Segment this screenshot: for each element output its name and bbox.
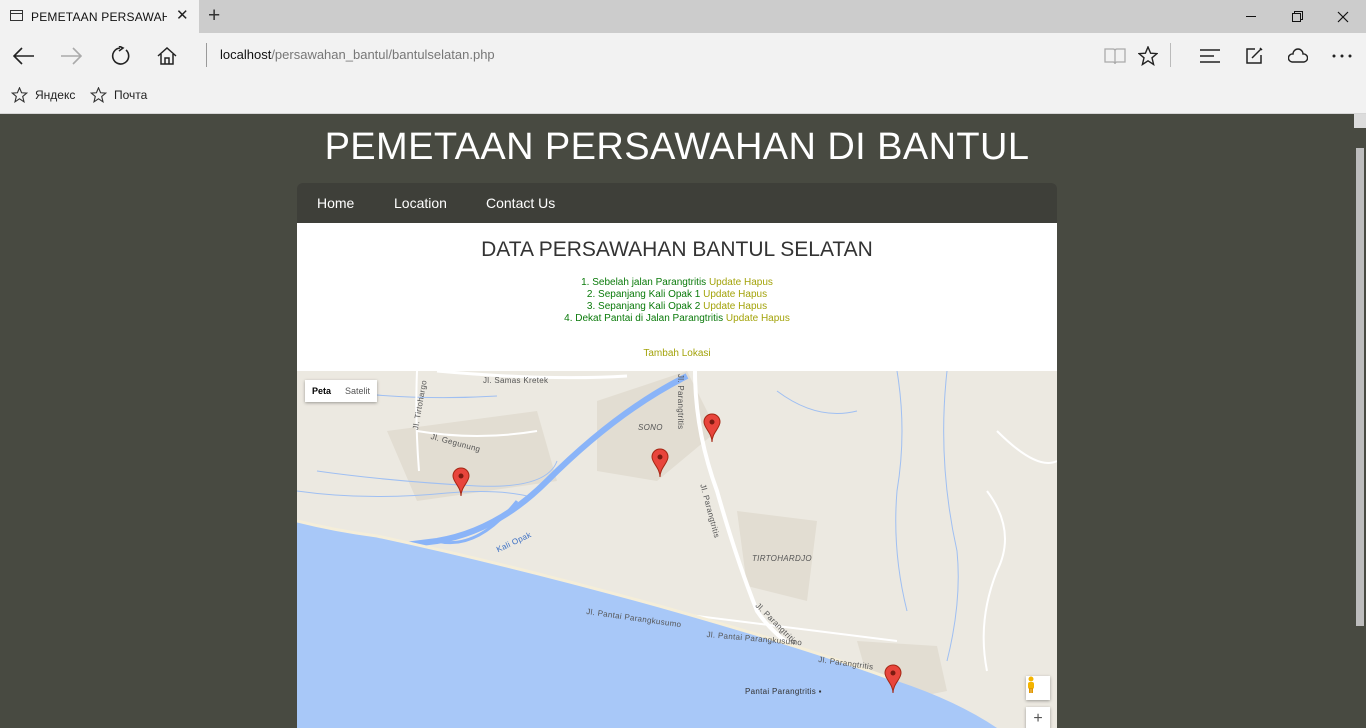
- menu-item-location[interactable]: Location: [394, 195, 447, 211]
- toolbar-divider: [1170, 43, 1171, 67]
- list-item: 4. Dekat Pantai di Jalan Parangtritis Up…: [297, 313, 1057, 325]
- main-menu: Home Location Contact Us: [297, 183, 1057, 223]
- favorite-label: Яндекс: [35, 88, 76, 102]
- location-name[interactable]: 1. Sebelah jalan Parangtritis: [581, 277, 706, 288]
- map-canvas[interactable]: Peta Satelit Jl. Samas Kretek Jl. Parang…: [297, 371, 1057, 728]
- delete-link[interactable]: Hapus: [761, 313, 790, 324]
- update-link[interactable]: Update: [703, 301, 735, 312]
- location-name[interactable]: 4. Dekat Pantai di Jalan Parangtritis: [564, 313, 723, 324]
- location-marker-icon[interactable]: [703, 413, 721, 443]
- page-title: PEMETAAN PERSAWAHAN DI BANTUL: [324, 126, 1030, 168]
- favorites-bar: Яндекс Почта: [0, 78, 1366, 114]
- pantai-label: Pantai Parangtritis: [745, 687, 817, 696]
- map-label: SONO: [638, 423, 663, 432]
- map-label: Jl. Samas Kretek: [483, 376, 549, 385]
- list-item: 3. Sepanjang Kali Opak 2 Update Hapus: [297, 301, 1057, 313]
- favorite-star-icon[interactable]: [1131, 39, 1165, 73]
- location-list: 1. Sebelah jalan Parangtritis Update Hap…: [297, 277, 1057, 325]
- delete-link[interactable]: Hapus: [744, 277, 773, 288]
- page-icon: [10, 10, 23, 21]
- restore-icon[interactable]: [1274, 0, 1320, 33]
- location-name[interactable]: 2. Sepanjang Kali Opak 1: [587, 289, 700, 300]
- hub-icon[interactable]: [1193, 39, 1227, 73]
- url-host: localhost: [220, 47, 272, 62]
- navigation-bar: localhost/persawahan_bantul/bantulselata…: [0, 33, 1366, 78]
- map-type-control: Peta Satelit: [305, 380, 378, 402]
- star-icon: [90, 87, 107, 103]
- map-type-map[interactable]: Peta: [305, 380, 338, 402]
- browser-tab[interactable]: PEMETAAN PERSAWAHAN DI BANTUL ✕: [0, 0, 199, 33]
- location-marker-icon[interactable]: [884, 664, 902, 694]
- map-label: TIRTOHARDJO: [752, 554, 812, 563]
- refresh-icon[interactable]: [103, 39, 137, 73]
- delete-link[interactable]: Hapus: [738, 289, 767, 300]
- update-link[interactable]: Update: [726, 313, 758, 324]
- list-item: 2. Sepanjang Kali Opak 1 Update Hapus: [297, 289, 1057, 301]
- menu-item-home[interactable]: Home: [317, 195, 354, 211]
- web-note-icon[interactable]: [1237, 39, 1271, 73]
- star-icon: [11, 87, 28, 103]
- map-type-satellite[interactable]: Satelit: [338, 380, 377, 402]
- reading-view-icon[interactable]: [1098, 39, 1132, 73]
- map-label: Jl. Parangtritis: [676, 374, 685, 430]
- address-bar[interactable]: localhost/persawahan_bantul/bantulselata…: [220, 47, 495, 62]
- section-title: DATA PERSAWAHAN BANTUL SELATAN: [481, 238, 873, 261]
- forward-icon[interactable]: [54, 39, 88, 73]
- tab-bar: PEMETAAN PERSAWAHAN DI BANTUL ✕ +: [0, 0, 1366, 33]
- favorite-yandex[interactable]: Яндекс: [11, 87, 75, 103]
- more-icon[interactable]: [1325, 39, 1359, 73]
- url-path: /persawahan_bantul/bantulselatan.php: [271, 47, 495, 62]
- favorite-label: Почта: [114, 88, 148, 102]
- menu-item-contact[interactable]: Contact Us: [486, 195, 555, 211]
- location-name[interactable]: 3. Sepanjang Kali Opak 2: [587, 301, 700, 312]
- web-page: PEMETAAN PERSAWAHAN DI BANTUL Home Locat…: [0, 114, 1366, 728]
- list-item: 1. Sebelah jalan Parangtritis Update Hap…: [297, 277, 1057, 289]
- map-label: Pantai Parangtritis ▪: [745, 687, 822, 696]
- delete-link[interactable]: Hapus: [738, 301, 767, 312]
- update-link[interactable]: Update: [703, 289, 735, 300]
- tab-title: PEMETAAN PERSAWAHAN DI BANTUL: [31, 10, 167, 24]
- close-tab-icon[interactable]: ✕: [176, 8, 189, 23]
- close-window-icon[interactable]: [1320, 0, 1366, 33]
- new-tab-icon[interactable]: +: [208, 5, 220, 26]
- add-location-link[interactable]: Tambah Lokasi: [297, 348, 1057, 359]
- share-icon[interactable]: [1281, 39, 1315, 73]
- street-view-pegman-icon[interactable]: [1026, 676, 1050, 700]
- scrollbar-thumb[interactable]: [1356, 148, 1364, 626]
- update-link[interactable]: Update: [709, 277, 741, 288]
- home-icon[interactable]: [150, 39, 184, 73]
- page-scrollbar[interactable]: [1354, 114, 1366, 728]
- location-marker-icon[interactable]: [651, 448, 669, 478]
- location-marker-icon[interactable]: [452, 467, 470, 497]
- back-icon[interactable]: [7, 39, 41, 73]
- scroll-up-arrow-icon[interactable]: [1354, 114, 1366, 128]
- zoom-in-button[interactable]: +: [1026, 707, 1050, 728]
- minimize-icon[interactable]: [1228, 0, 1274, 33]
- content-panel: DATA PERSAWAHAN BANTUL SELATAN 1. Sebela…: [297, 223, 1057, 371]
- favorite-pochta[interactable]: Почта: [90, 87, 147, 103]
- address-divider: [206, 43, 207, 67]
